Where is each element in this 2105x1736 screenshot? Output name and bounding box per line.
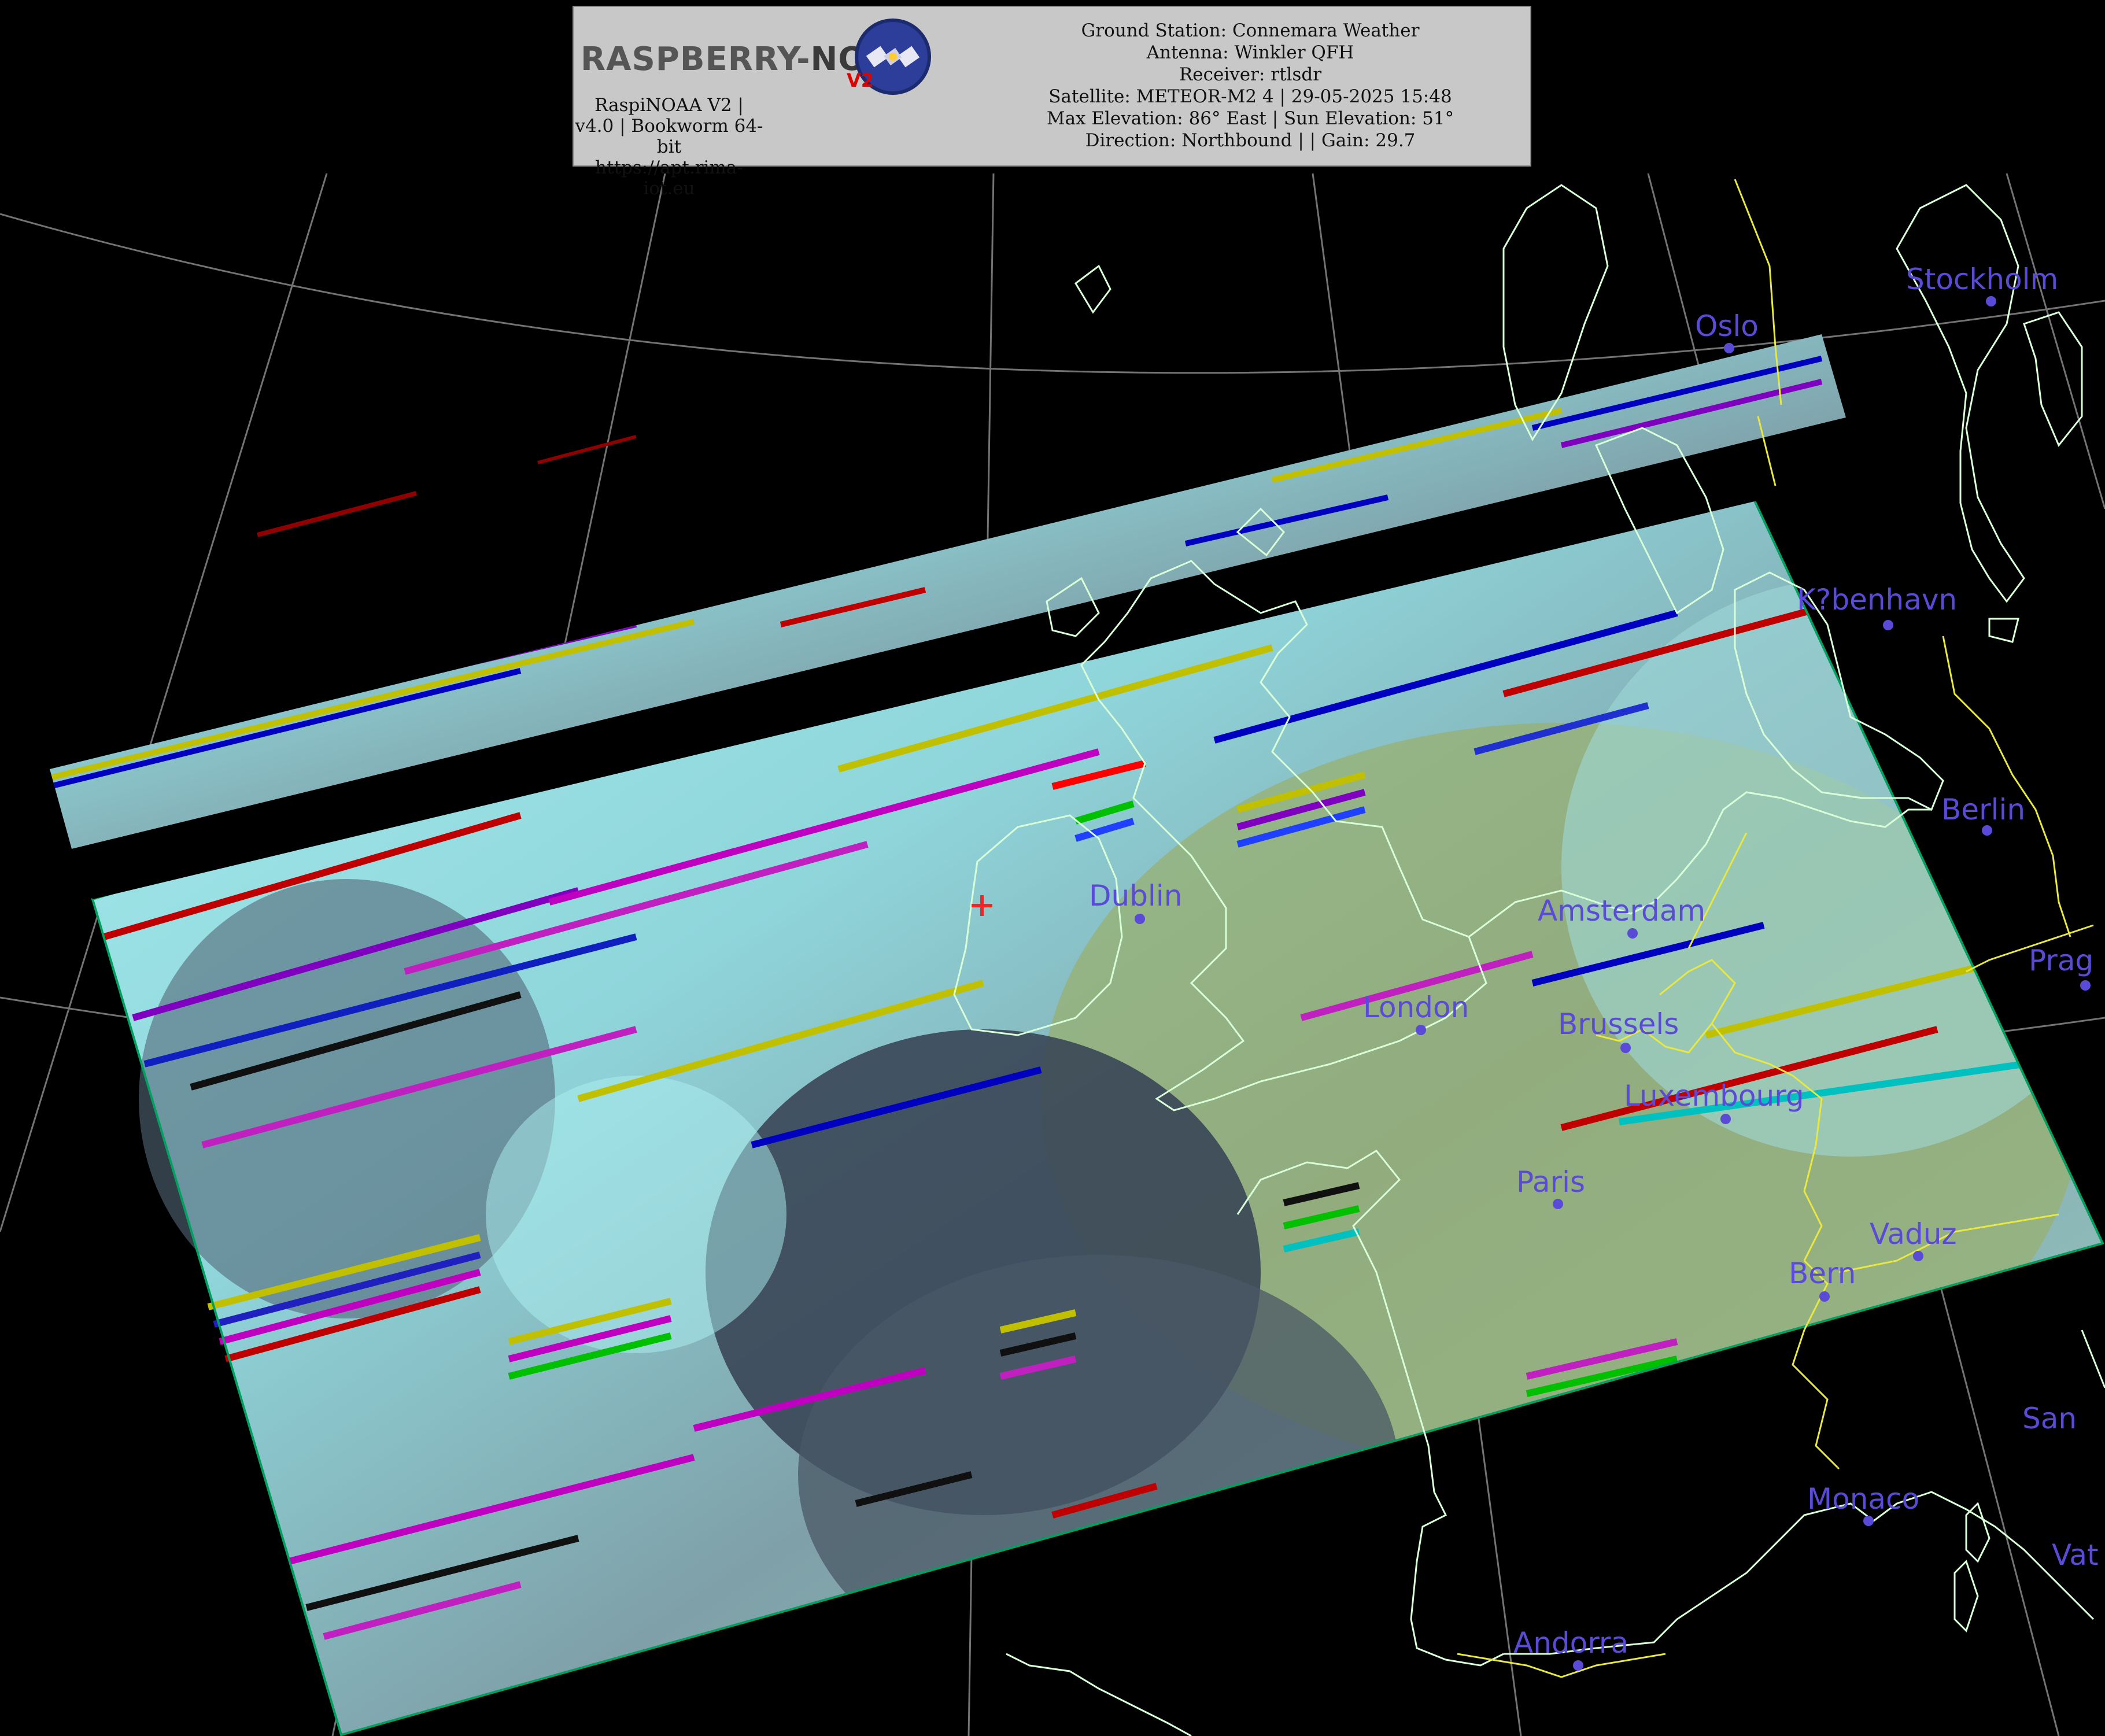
city-label-oslo: Oslo [1695,309,1759,343]
city-label-bern: Bern [1789,1257,1856,1290]
ground-station: Ground Station: Connemara Weather [1081,20,1420,41]
city-label-berlin: Berlin [1941,793,2026,826]
city-label-stockholm: Stockholm [1906,263,2059,296]
raspberry-noaa-logo: RASPBERRY-NOAA V2 [581,12,951,98]
direction-gain: Direction: Northbound | | Gain: 29.7 [1085,130,1416,151]
station-info-panel: RASPBERRY-NOAA V2 RaspiNOAA V2 | v4.0 | … [573,6,1531,199]
website-url[interactable]: https://apt.rima-iot.eu [574,157,765,199]
logo-version: V2 [847,69,874,91]
elevation-info: Max Elevation: 86° East | Sun Elevation:… [1046,108,1454,129]
antenna: Antenna: Winkler QFH [1146,42,1354,63]
software-version: RaspiNOAA V2 | v4.0 | Bookworm 64-bit [575,95,763,157]
city-label-amsterdam: Amsterdam [1538,894,1706,928]
city-label-london: London [1363,991,1469,1024]
city-label-brussels: Brussels [1558,1007,1679,1041]
satellite-map [0,173,2105,1736]
city-label-luxembourg: Luxembourg [1624,1079,1804,1113]
receiver: Receiver: rtlsdr [1179,64,1322,85]
city-label-monaco: Monaco [1807,1482,1920,1516]
noise-line [256,491,418,537]
city-label-kobenhavn: K?benhavn [1797,583,1958,616]
city-label-vatican: Vat [2052,1538,2099,1572]
city-label-paris: Paris [1516,1165,1586,1199]
city-label-dublin: Dublin [1089,879,1183,913]
city-label-prague: Prag [2029,944,2094,977]
noise-line [537,435,637,464]
city-label-andorra: Andorra [1513,1626,1629,1660]
logo-text-main: RASPBERRY- [581,40,811,78]
satellite-pass: Satellite: METEOR-M2 4 | 29-05-2025 15:4… [1048,86,1452,107]
city-label-san-marino: San [2022,1402,2077,1435]
city-label-vaduz: Vaduz [1870,1217,1957,1251]
